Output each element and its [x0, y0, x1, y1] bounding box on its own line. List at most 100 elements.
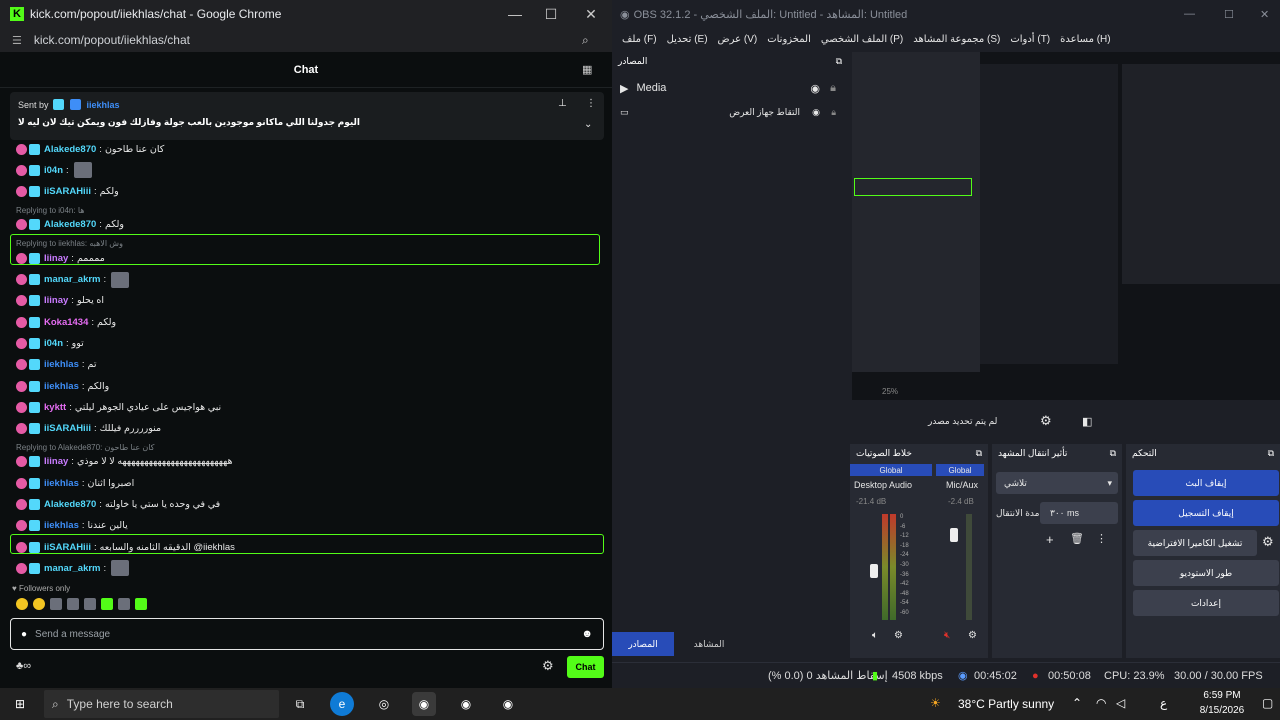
visibility-eye-icon[interactable]: ◉ [812, 107, 820, 118]
source-item-display-capture[interactable]: ▭ التقاط جهاز العرض ◉ 🔒︎ [620, 102, 840, 122]
site-info-icon[interactable]: ☰ [12, 34, 22, 47]
chat-message[interactable]: iiekhlas: تم [16, 356, 96, 374]
pin-icon[interactable]: ⊥ [558, 98, 567, 109]
tab-sources[interactable]: المصادر [612, 632, 674, 656]
chrome-icon[interactable]: ◉ [412, 692, 436, 716]
start-windows-icon[interactable]: ⊞ [8, 692, 32, 716]
close-icon[interactable]: ✕ [572, 0, 610, 28]
address-bar[interactable]: ☰ kick.com/popout/iiekhlas/chat ⌕ [0, 28, 612, 52]
chat-message[interactable]: Alakede870: كان عنا طاحون [16, 140, 164, 158]
chat-message[interactable]: kyktt: نبي هواجيس على عيادي الجوهر ليلتي [16, 398, 221, 416]
emote-icon[interactable] [101, 598, 113, 610]
obs-minimize-icon[interactable]: — [1184, 8, 1195, 20]
menu-item[interactable]: عرض (V) [718, 34, 758, 45]
task-view-icon[interactable]: ⧉ [288, 692, 312, 716]
emote-icon[interactable] [118, 598, 130, 610]
dock-float-icon[interactable]: ⧉ [1268, 448, 1274, 459]
app-icon[interactable]: ◉ [454, 692, 478, 716]
tray-chevron-icon[interactable]: ⌃ [1072, 696, 1082, 710]
edge-icon[interactable]: e [330, 692, 354, 716]
chat-message[interactable]: Alakede870: ولكم [16, 216, 124, 234]
emoji-picker-icon[interactable]: ☻ [581, 628, 593, 640]
obs-taskbar-icon[interactable]: ◉ [496, 692, 520, 716]
chat-username[interactable]: iiekhlas [44, 478, 79, 489]
emote-icon[interactable] [33, 598, 45, 610]
chat-message[interactable]: iiSARAHiii: ولكم [16, 183, 119, 201]
obs-maximize-icon[interactable]: ☐ [1224, 8, 1234, 21]
emote-icon[interactable] [67, 598, 79, 610]
chat-message[interactable]: iiSARAHiii: منوررررم فيللك [16, 420, 161, 438]
chat-username[interactable]: iiSARAHiii [44, 423, 91, 434]
source-properties-icon[interactable]: ⚙ [1040, 413, 1052, 429]
notification-icon[interactable]: ▢ [1262, 696, 1273, 710]
remove-transition-icon[interactable]: 🗑︎ [1070, 532, 1084, 545]
chat-username[interactable]: manar_akrm [44, 563, 101, 574]
start-virtual-camera-button[interactable]: تشغيل الكاميرا الافتراضية [1133, 530, 1257, 556]
chat-message[interactable]: Alakede870: في في وحده يا ستي يا خاولته [16, 496, 220, 514]
chat-username[interactable]: kyktt [44, 402, 66, 413]
chat-settings-extra-icon[interactable]: ♣∞ [16, 660, 31, 672]
mixer-track-desktop-name[interactable]: Desktop Audio [854, 480, 912, 490]
menu-item[interactable]: الملف الشخصي (P) [821, 34, 903, 45]
emote-icon[interactable] [50, 598, 62, 610]
menu-item[interactable]: مساعدة (H) [1060, 34, 1110, 45]
visibility-eye-icon[interactable]: ◉ [810, 82, 820, 95]
chat-message[interactable]: Koka1434: ولكم [16, 313, 116, 331]
message-placeholder[interactable]: Send a message [35, 629, 110, 640]
chat-username[interactable]: Iiinay [44, 295, 68, 306]
lock-icon[interactable]: 🔒︎ [830, 82, 836, 95]
chat-username[interactable]: iiSARAHiii [44, 186, 91, 197]
chat-settings-gear-icon[interactable]: ⚙ [542, 658, 554, 674]
lock-icon[interactable]: 🔒︎ [831, 107, 836, 118]
chat-username[interactable]: Iiinay [44, 456, 68, 467]
settings-button[interactable]: إعدادات [1133, 590, 1279, 616]
dock-float-icon[interactable]: ⧉ [1110, 448, 1116, 459]
source-filters-icon[interactable]: ◧ [1082, 415, 1092, 428]
emote-icon[interactable] [16, 598, 28, 610]
send-chat-button[interactable]: Chat [567, 656, 604, 678]
mic-muted-icon[interactable]: 🔇︎ [944, 630, 950, 641]
virtual-camera-settings-icon[interactable]: ⚙ [1262, 534, 1274, 550]
chat-username[interactable]: iiekhlas [44, 381, 79, 392]
tab-scenes[interactable]: المشاهد [678, 632, 740, 656]
chat-message[interactable]: i04n: توو [16, 334, 84, 352]
mic-monitor-icon[interactable]: ⚙ [968, 630, 977, 641]
dock-float-icon[interactable]: ⧉ [836, 56, 842, 67]
desktop-monitor-icon[interactable]: ⚙ [894, 630, 903, 641]
message-input[interactable]: ● Send a message ☻ [10, 618, 604, 650]
more-options-icon[interactable]: ⋮ [586, 98, 596, 109]
taskbar-search[interactable]: ⌕ Type here to search [44, 690, 279, 718]
chat-username[interactable]: Alakede870 [44, 499, 96, 510]
chat-menu-icon[interactable]: ▦ [582, 63, 592, 76]
url-text[interactable]: kick.com/popout/iiekhlas/chat [34, 33, 190, 47]
mixer-track-mic-name[interactable]: Mic/Aux [946, 480, 978, 490]
chat-message[interactable]: manar_akrm: [16, 271, 130, 289]
stop-recording-button[interactable]: إيقاف التسجيل [1133, 500, 1279, 526]
source-item-media[interactable]: ▶ Media ◉ 🔒︎ [620, 78, 840, 98]
menu-item[interactable]: أدوات (T) [1010, 34, 1050, 45]
search-placeholder[interactable]: Type here to search [67, 697, 173, 711]
language-indicator[interactable]: ع [1160, 696, 1167, 710]
add-transition-icon[interactable]: + [1046, 532, 1054, 547]
chat-message[interactable]: iiekhlas: اصبروا اثنان [16, 474, 134, 492]
chat-username[interactable]: Alakede870 [44, 219, 96, 230]
menu-item[interactable]: المخزونات [767, 34, 811, 45]
emote-icon[interactable] [84, 598, 96, 610]
chat-username[interactable]: Alakede870 [44, 144, 96, 155]
weather-text[interactable]: 38°C Partly sunny [958, 697, 1054, 711]
desktop-mute-icon[interactable]: 🔈︎ [872, 630, 878, 641]
obs-close-icon[interactable]: ✕ [1260, 8, 1269, 21]
steam-icon[interactable]: ◎ [372, 692, 396, 716]
studio-mode-button[interactable]: طور الاستوديو [1133, 560, 1279, 586]
transition-select[interactable]: تلاشي ▾ [996, 472, 1118, 494]
menu-item[interactable]: مجموعة المشاهد (S) [913, 34, 1000, 45]
chat-message[interactable]: Iiinay: اه يحلو [16, 292, 104, 310]
expand-pinned-icon[interactable]: ⌄ [584, 119, 592, 130]
emote-icon[interactable] [135, 598, 147, 610]
stop-streaming-button[interactable]: إيقاف البث [1133, 470, 1279, 496]
network-icon[interactable]: ◠ [1096, 696, 1106, 710]
chat-message[interactable]: i04n: [16, 161, 92, 179]
chat-message[interactable]: iiekhlas: يالين عندنا [16, 517, 128, 535]
clock-time[interactable]: 6:59 PM [1192, 690, 1252, 701]
chat-username[interactable]: iiekhlas [44, 359, 79, 370]
